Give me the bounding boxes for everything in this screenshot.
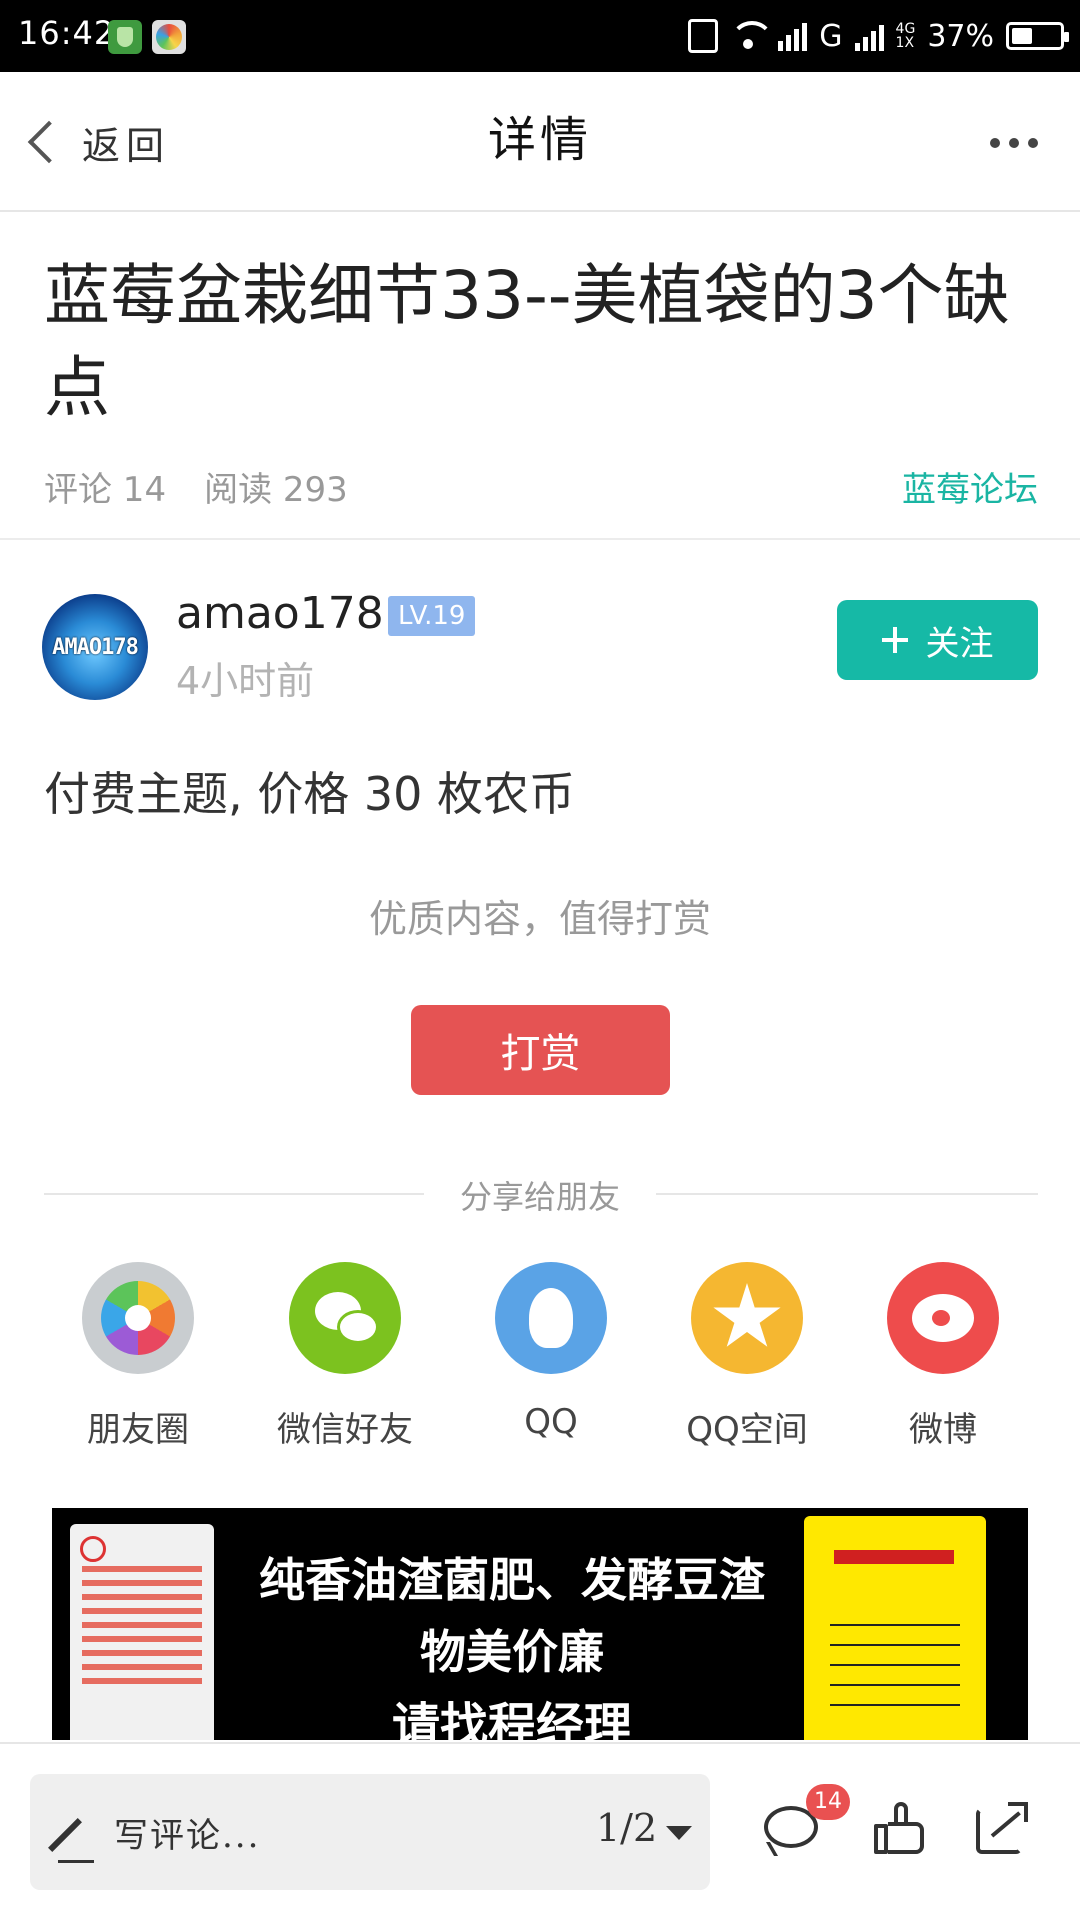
network-small: 4G 1X: [896, 22, 916, 50]
ad-banner[interactable]: 纯香油渣菌肥、发酵豆渣 物美价廉 请找程经理13355188588: [52, 1508, 1028, 1740]
ad-line-3: 请找程经理13355188588: [391, 1698, 632, 1740]
battery-icon: [1006, 22, 1069, 50]
security-app-icon: [108, 20, 142, 54]
status-indicators: G 4G 1X 37%: [688, 12, 1069, 60]
author-name[interactable]: amao178: [176, 588, 384, 639]
network-small-top: 4G: [895, 21, 916, 37]
weibo-icon: [887, 1262, 999, 1374]
more-icon[interactable]: [990, 138, 1038, 148]
status-time: 16:42: [18, 14, 116, 52]
comment-count-meta: 评论 14: [44, 470, 167, 510]
bottom-bar: 写评论... 1/2 14: [0, 1742, 1080, 1920]
wechat-icon: [289, 1262, 401, 1374]
thumbs-up-icon[interactable]: [874, 1802, 926, 1856]
vibrate-icon: [688, 19, 719, 53]
ad-line-1: 纯香油渣菌肥、发酵豆渣: [259, 1553, 765, 1607]
article-title: 蓝莓盆栽细节33--美植袋的3个缺点: [44, 257, 1010, 426]
nav-bar: 返回 详情: [0, 72, 1080, 212]
plus-icon: [881, 627, 908, 653]
share-qzone[interactable]: QQ空间: [647, 1262, 847, 1451]
moments-icon: [82, 1262, 194, 1374]
avatar[interactable]: AMAO178: [42, 594, 148, 700]
network-small-bottom: 1X: [895, 35, 915, 51]
browser-app-icon: [152, 20, 186, 54]
share-title: 分享给朋友: [459, 1178, 620, 1216]
level-badge: LV.19: [388, 596, 476, 636]
share-wechat[interactable]: 微信好友: [245, 1262, 445, 1451]
paid-notice: 付费主题, 价格 30 枚农币: [44, 767, 576, 821]
ad-line-2: 物美价廉: [420, 1625, 604, 1679]
share-icon[interactable]: [976, 1802, 1028, 1854]
signal-2-icon: [854, 21, 884, 51]
forum-link[interactable]: 蓝莓论坛: [902, 462, 1038, 511]
share-label: 朋友圈: [87, 1410, 189, 1450]
wifi-icon: [730, 21, 775, 51]
post-time: 4小时前: [176, 659, 315, 703]
share-weibo[interactable]: 微博: [843, 1262, 1043, 1451]
soy-residue-bag-image: [804, 1516, 986, 1740]
share-moments[interactable]: 朋友圈: [38, 1262, 238, 1451]
divider: [0, 538, 1080, 540]
comment-count-badge: 14: [806, 1784, 850, 1820]
reward-hint: 优质内容，值得打赏: [368, 897, 711, 941]
reward-button[interactable]: 打赏: [411, 1005, 670, 1095]
share-label: 微博: [909, 1410, 977, 1450]
follow-label: 关注: [925, 623, 994, 664]
status-bar: 16:42 G 4G 1X 37%: [0, 0, 1080, 72]
read-count-meta: 阅读 293: [204, 470, 348, 510]
article-meta: 评论 14 阅读 293 蓝莓论坛: [44, 462, 1038, 511]
share-label: 微信好友: [277, 1410, 413, 1450]
battery-percent: 37%: [927, 18, 994, 54]
qq-icon: [495, 1262, 607, 1374]
signal-icon: [778, 21, 808, 51]
triangle-down-icon[interactable]: [666, 1826, 692, 1840]
avatar-text: AMAO178: [52, 634, 139, 660]
comment-placeholder: 写评论...: [114, 1816, 261, 1856]
page-indicator[interactable]: 1/2: [596, 1806, 657, 1850]
share-label: QQ: [524, 1402, 578, 1442]
network-type: G: [819, 18, 843, 54]
follow-button[interactable]: 关注: [837, 600, 1038, 680]
pencil-icon: [48, 1818, 82, 1852]
share-label: QQ空间: [686, 1410, 808, 1450]
fertilizer-bag-image: [70, 1524, 214, 1740]
qzone-icon: [691, 1262, 803, 1374]
page-title: 详情: [487, 112, 592, 168]
comment-input[interactable]: 写评论... 1/2: [30, 1774, 710, 1890]
share-qq[interactable]: QQ: [451, 1262, 651, 1442]
